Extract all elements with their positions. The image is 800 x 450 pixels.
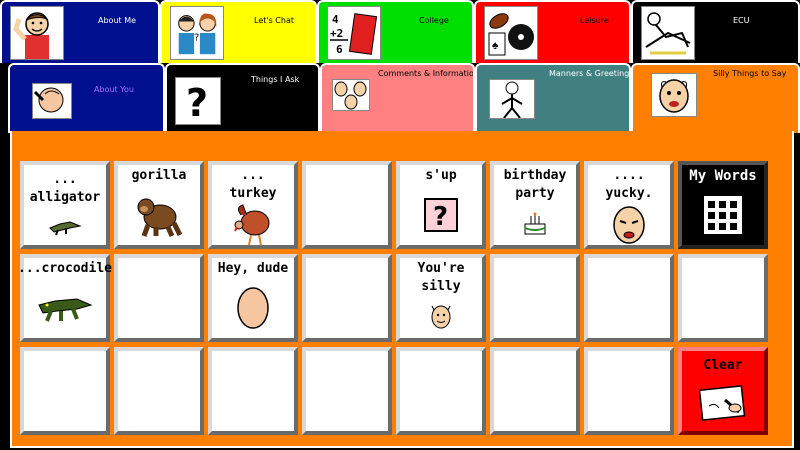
math-book-icon: 4 +2 6 [327,6,381,60]
word-button-s-up[interactable]: s'up? [396,161,486,249]
empty-word-button[interactable] [584,254,674,342]
word-button-crocodile[interactable]: ...crocodile [18,254,112,342]
small-face-icon [430,296,452,338]
tab-about-you[interactable]: About You [8,63,165,133]
word-label: Hey, dude [217,261,289,276]
tab-label: Leisure [580,16,609,25]
tab-label: Comments & Information [378,69,475,78]
empty-word-button[interactable] [208,347,298,435]
word-label: ... alligator [29,172,101,205]
word-label: You're silly [417,261,465,294]
tab-label: Things I Ask [251,75,300,84]
tab-label: College [419,16,449,25]
word-label: ...crocodile [18,261,112,276]
word-button-my-words[interactable]: My Words [678,161,768,249]
tab-ecu[interactable]: ECU [631,0,800,63]
greeting-person-icon [489,79,535,119]
svg-text:?: ? [194,33,199,44]
two-people-chatting-icon: ? [170,6,224,60]
svg-text:+2: +2 [330,27,343,40]
word-label: ... turkey [229,168,277,201]
word-button-birthday-party[interactable]: birthday party [490,161,580,249]
tab-label: Let's Chat [254,16,294,25]
silly-face-icon [651,73,697,117]
question-box-icon: ? [423,185,459,245]
question-mark-icon: ? [175,77,221,125]
svg-text:4: 4 [332,13,339,26]
empty-word-button[interactable] [396,347,486,435]
svg-text:?: ? [433,202,448,232]
empty-word-button[interactable] [20,347,110,435]
tab-label: Silly Things to Say [713,69,787,78]
button-grid: ... alligator gorilla ... turkey s'up? birth… [18,161,768,435]
empty-word-button[interactable] [490,254,580,342]
empty-word-button[interactable] [302,254,392,342]
eraser-hand-icon [699,375,747,431]
tab-silly-things-to-say[interactable]: Silly Things to Say [631,63,800,133]
tab-things-i-ask[interactable]: ? Things I Ask [165,63,320,133]
empty-word-button[interactable] [678,254,768,342]
word-button-gorilla[interactable]: gorilla [114,161,204,249]
games-music-icon: ♠ [484,6,538,60]
boy-waving-icon [10,6,64,60]
gorilla-icon [134,185,184,245]
pointing-hand-icon [32,83,72,119]
tab-college[interactable]: 4 +2 6 College [317,0,474,63]
head-icon [235,278,271,338]
empty-word-button[interactable] [584,347,674,435]
yucky-face-icon [609,203,649,247]
empty-word-button[interactable] [302,161,392,249]
tab-label: Manners & Greetings [549,69,631,78]
tab-comments-information[interactable]: Comments & Information [320,63,475,133]
tab-lets-chat[interactable]: ? Let's Chat [160,0,317,63]
tab-leisure[interactable]: ♠ Leisure [474,0,631,63]
tab-about-me[interactable]: About Me [0,0,160,63]
empty-word-button[interactable] [490,347,580,435]
word-button-alligator[interactable]: ... alligator [20,161,110,249]
tab-label: ECU [733,16,750,25]
word-label: s'up [425,168,457,183]
word-button-clear[interactable]: Clear [678,347,768,435]
birthday-cake-icon [521,203,549,245]
svg-text:6: 6 [336,43,343,56]
turkey-icon [233,203,273,247]
alligator-icon [48,207,82,245]
faces-icon [332,79,370,111]
word-label: gorilla [131,168,187,183]
word-button-turkey[interactable]: ... turkey [208,161,298,249]
tab-label: About Me [98,16,137,25]
vocabulary-board: ... alligator gorilla ... turkey s'up? birth… [10,131,794,448]
category-tabs-row-2: About You ? Things I Ask Comments & Info… [0,63,800,133]
word-button-yucky[interactable]: .... yucky. [584,161,674,249]
person-relaxing-icon [641,6,695,60]
empty-word-button[interactable] [302,347,392,435]
svg-text:♠: ♠ [492,38,499,52]
word-button-you-re-silly[interactable]: You're silly [396,254,486,342]
category-tabs-row-1: About Me ? Let's Chat 4 +2 6 College ♠ L… [0,0,800,63]
tab-manners-greetings[interactable]: Manners & Greetings [475,63,631,133]
svg-text:?: ? [186,81,208,124]
word-label: My Words [689,168,757,184]
tab-label: About You [94,85,134,94]
word-label: Clear [703,358,743,373]
word-button-hey-dude[interactable]: Hey, dude [208,254,298,342]
empty-word-button[interactable] [114,347,204,435]
word-label: birthday party [503,168,567,201]
word-label: .... yucky. [605,168,653,201]
crocodile-icon [37,278,93,338]
keyboard-icon [701,185,745,245]
empty-word-button[interactable] [114,254,204,342]
